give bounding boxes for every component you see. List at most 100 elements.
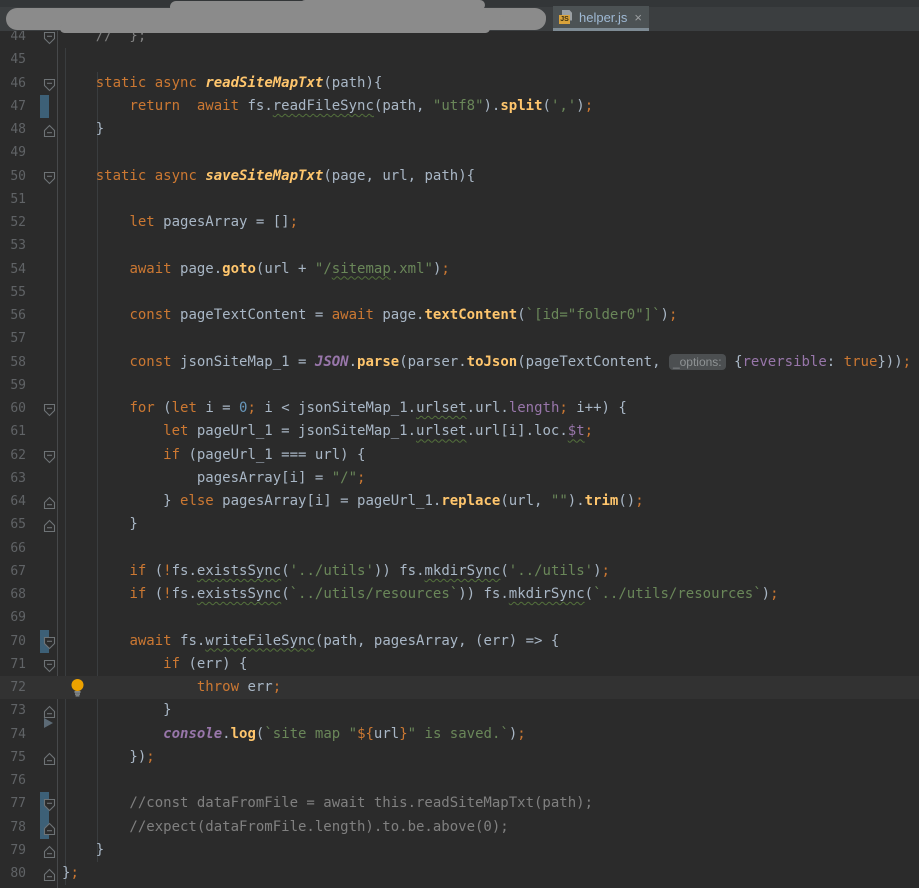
gutter bbox=[26, 72, 62, 95]
code-line[interactable]: 71 if (err) { bbox=[0, 653, 919, 676]
line-number[interactable]: 66 bbox=[0, 537, 26, 560]
line-number[interactable]: 76 bbox=[0, 769, 26, 792]
fold-collapse-icon[interactable] bbox=[43, 797, 56, 812]
line-number[interactable]: 50 bbox=[0, 165, 26, 188]
line-number[interactable]: 69 bbox=[0, 606, 26, 629]
line-number[interactable]: 49 bbox=[0, 141, 26, 164]
line-number[interactable]: 67 bbox=[0, 560, 26, 583]
line-number[interactable]: 54 bbox=[0, 258, 26, 281]
code-line[interactable]: 53 bbox=[0, 234, 919, 257]
line-number[interactable]: 62 bbox=[0, 444, 26, 467]
line-number[interactable]: 64 bbox=[0, 490, 26, 513]
fold-collapse-icon[interactable] bbox=[43, 635, 56, 649]
code-line[interactable]: 48 } bbox=[0, 118, 919, 141]
fold-collapse-icon[interactable] bbox=[43, 77, 56, 91]
code-line[interactable]: 66 bbox=[0, 537, 919, 560]
code-line[interactable]: 54 await page.goto(url + "/sitemap.xml")… bbox=[0, 258, 919, 281]
code-line[interactable]: 50 static async saveSiteMapTxt(page, url… bbox=[0, 165, 919, 188]
code-line[interactable]: 79 } bbox=[0, 839, 919, 862]
code-line[interactable]: 70 await fs.writeFileSync(path, pagesArr… bbox=[0, 629, 919, 653]
code-line[interactable]: 69 bbox=[0, 606, 919, 629]
fold-end-icon[interactable] bbox=[43, 821, 56, 835]
code-line[interactable]: 62 if (pageUrl_1 === url) { bbox=[0, 444, 919, 467]
fold-end-icon[interactable] bbox=[43, 495, 56, 510]
close-icon[interactable]: × bbox=[634, 11, 642, 24]
line-number[interactable]: 75 bbox=[0, 746, 26, 769]
line-number[interactable]: 73 bbox=[0, 699, 26, 722]
fold-end-icon[interactable] bbox=[43, 867, 56, 882]
code-line[interactable]: 68 if (!fs.existsSync(`../utils/resource… bbox=[0, 583, 919, 606]
line-number[interactable]: 72 bbox=[0, 676, 26, 699]
fold-end-icon[interactable] bbox=[43, 704, 56, 719]
code-line[interactable]: 51 bbox=[0, 188, 919, 211]
line-number[interactable]: 61 bbox=[0, 420, 26, 443]
code-line[interactable]: 72 throw err; bbox=[0, 676, 919, 700]
line-number[interactable]: 80 bbox=[0, 862, 26, 885]
line-number[interactable]: 59 bbox=[0, 374, 26, 397]
fold-end-icon[interactable] bbox=[43, 518, 56, 533]
line-number[interactable]: 51 bbox=[0, 188, 26, 211]
code-line[interactable]: 63 pagesArray[i] = "/"; bbox=[0, 467, 919, 490]
change-marker bbox=[40, 94, 49, 118]
fold-collapse-icon[interactable] bbox=[43, 658, 56, 673]
code-line[interactable]: 77 //const dataFromFile = await this.rea… bbox=[0, 792, 919, 816]
fold-end-icon[interactable] bbox=[43, 751, 56, 765]
code-line[interactable]: 64 } else pagesArray[i] = pageUrl_1.repl… bbox=[0, 490, 919, 513]
code-line[interactable]: 47 return await fs.readFileSync(path, "u… bbox=[0, 94, 919, 118]
line-number[interactable]: 55 bbox=[0, 281, 26, 304]
line-number[interactable]: 78 bbox=[0, 816, 26, 839]
code-line[interactable]: 55 bbox=[0, 281, 919, 304]
fold-end-icon[interactable] bbox=[43, 123, 56, 138]
code-line[interactable]: 67 if (!fs.existsSync('../utils')) fs.mk… bbox=[0, 560, 919, 583]
code-line[interactable]: 74 console.log(`site map "${url}" is sav… bbox=[0, 723, 919, 746]
code-line-text: } bbox=[62, 702, 172, 719]
fold-collapse-icon[interactable] bbox=[43, 170, 56, 184]
line-number[interactable]: 52 bbox=[0, 211, 26, 234]
code-line[interactable]: 58 const jsonSiteMap_1 = JSON.parse(pars… bbox=[0, 351, 919, 374]
line-number[interactable]: 79 bbox=[0, 839, 26, 862]
line-number[interactable]: 45 bbox=[0, 48, 26, 71]
code-line[interactable]: 61 let pageUrl_1 = jsonSiteMap_1.urlset.… bbox=[0, 420, 919, 443]
code-line[interactable]: 59 bbox=[0, 374, 919, 397]
line-number[interactable]: 70 bbox=[0, 630, 26, 653]
fold-collapse-icon[interactable] bbox=[43, 449, 56, 463]
code-line[interactable]: 78 //expect(dataFromFile.length).to.be.a… bbox=[0, 815, 919, 839]
line-number[interactable]: 63 bbox=[0, 467, 26, 490]
line-number[interactable]: 56 bbox=[0, 304, 26, 327]
code-line[interactable]: 76 bbox=[0, 769, 919, 792]
code-line[interactable]: 73 } bbox=[0, 699, 919, 729]
gutter bbox=[26, 746, 62, 769]
line-number[interactable]: 57 bbox=[0, 327, 26, 350]
fold-collapse-icon[interactable] bbox=[43, 30, 56, 45]
line-number[interactable]: 48 bbox=[0, 118, 26, 141]
line-number[interactable]: 74 bbox=[0, 723, 26, 746]
code-line[interactable]: 80}; bbox=[0, 862, 919, 885]
code-line[interactable]: 57 bbox=[0, 327, 919, 350]
code-line[interactable]: 45 bbox=[0, 48, 919, 71]
line-number[interactable]: 65 bbox=[0, 513, 26, 536]
line-number[interactable]: 68 bbox=[0, 583, 26, 606]
line-number[interactable]: 77 bbox=[0, 792, 26, 815]
code-line[interactable]: 60 for (let i = 0; i < jsonSiteMap_1.url… bbox=[0, 397, 919, 420]
code-line[interactable]: 46 static async readSiteMapTxt(path){ bbox=[0, 72, 919, 95]
tab-helper-js[interactable]: JS helper.js × bbox=[553, 6, 649, 31]
line-number[interactable]: 58 bbox=[0, 351, 26, 374]
line-number[interactable]: 71 bbox=[0, 653, 26, 676]
line-number[interactable]: 47 bbox=[0, 95, 26, 118]
code-line[interactable]: 56 const pageTextContent = await page.te… bbox=[0, 304, 919, 327]
code-line[interactable]: 52 let pagesArray = []; bbox=[0, 211, 919, 234]
code-line-text: let pagesArray = []; bbox=[129, 214, 299, 230]
gutter bbox=[26, 211, 62, 234]
code-line[interactable]: 49 bbox=[0, 141, 919, 164]
line-number[interactable]: 46 bbox=[0, 72, 26, 95]
fold-end-icon[interactable] bbox=[43, 844, 56, 858]
fold-collapse-icon[interactable] bbox=[43, 402, 56, 417]
line-number[interactable]: 60 bbox=[0, 397, 26, 420]
code-editor[interactable]: 44 // }; 45 46 static async readSiteMapTxt… bbox=[0, 0, 919, 888]
code-line[interactable]: 65 } bbox=[0, 513, 919, 536]
gutter bbox=[26, 234, 62, 257]
line-number[interactable]: 53 bbox=[0, 234, 26, 257]
code-line[interactable]: 75 }); bbox=[0, 746, 919, 769]
